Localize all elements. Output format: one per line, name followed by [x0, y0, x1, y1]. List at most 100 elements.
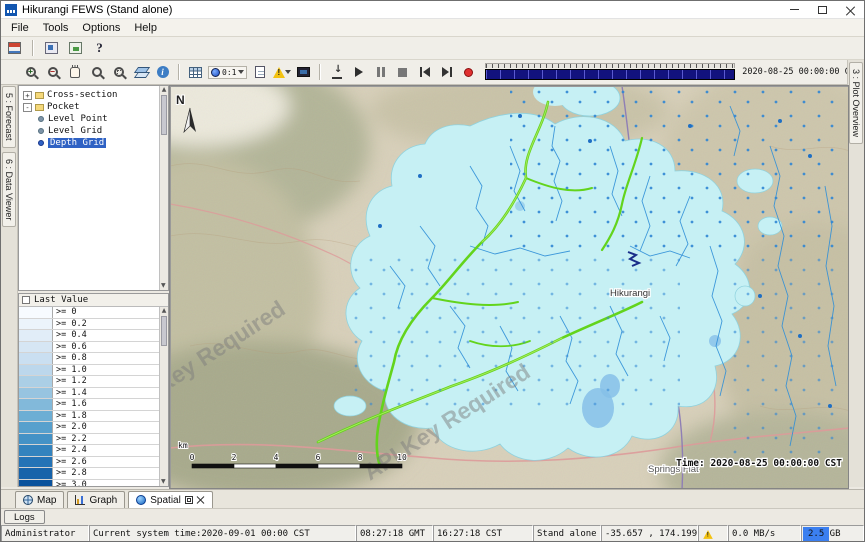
grid-icon [189, 67, 202, 78]
status-warning-cell[interactable] [698, 525, 728, 542]
warning-icon [703, 530, 713, 539]
legend-panel: Last Value >= 0 >= 0.2 >= 0.4 >= 0.6 >= … [18, 293, 169, 487]
zoom-out-button[interactable] [43, 63, 62, 82]
warnings-button[interactable] [272, 63, 291, 82]
map-time-label: Time: 2020-08-25 00:00:00 CST [676, 458, 842, 469]
time-slider-bar[interactable] [485, 69, 735, 80]
tree-item-level-point[interactable]: Level Point [19, 113, 168, 125]
menu-file[interactable]: File [4, 21, 36, 35]
zoom-previous-icon [92, 67, 102, 77]
zoom-previous-button[interactable] [87, 63, 106, 82]
status-transfer-rate: 0.0 MB/s [728, 525, 801, 542]
record-button[interactable] [459, 63, 478, 82]
panel-close-icon[interactable] [197, 496, 205, 504]
maximize-button[interactable] [808, 1, 836, 18]
tree-item-label: Cross-section [47, 90, 117, 100]
interval-selector[interactable]: 0:1 [208, 66, 247, 79]
database-button[interactable] [5, 39, 24, 58]
play-button[interactable] [349, 63, 368, 82]
tab-graph-label: Graph [89, 495, 117, 506]
export-profile-button[interactable] [327, 63, 346, 82]
status-mode: Stand alone [533, 525, 601, 542]
collapse-icon[interactable]: - [23, 103, 32, 112]
sphere-icon [136, 495, 146, 505]
legend-row-label: >= 1.8 [53, 411, 168, 422]
legend-color-swatch [19, 342, 53, 353]
legend-row-label: >= 3.0 [53, 480, 168, 488]
tree-item-level-grid[interactable]: Level Grid [19, 125, 168, 137]
map-canvas[interactable]: Hikurangi Springs Flat API Key Required … [169, 85, 849, 489]
zoom-in-button[interactable] [21, 63, 40, 82]
legend-color-swatch [19, 330, 53, 341]
step-forward-button[interactable] [437, 63, 456, 82]
layers-button[interactable] [131, 63, 150, 82]
expand-icon[interactable]: + [23, 91, 32, 100]
town-label: Hikurangi [610, 288, 650, 299]
legend-row: >= 2.8 [19, 468, 168, 480]
tab-forecast[interactable]: 5 : Forecast [2, 86, 16, 148]
tree-item-cross-section[interactable]: + Cross-section [19, 89, 168, 101]
menu-bar: File Tools Options Help [1, 19, 864, 37]
tab-map[interactable]: Map [15, 491, 64, 508]
legend-scrollbar[interactable]: ▲▼ [159, 307, 168, 486]
animation-display-button[interactable] [294, 63, 313, 82]
legend-color-swatch [19, 353, 53, 364]
minimize-button[interactable] [780, 1, 808, 18]
legend-row: >= 0.2 [19, 319, 168, 331]
tab-data-viewer[interactable]: 6 : Data Viewer [2, 152, 16, 227]
bottom-tab-bar: Map Graph Spatial [1, 489, 864, 508]
logs-button[interactable]: Logs [4, 510, 45, 524]
report-button[interactable] [250, 63, 269, 82]
legend-row-label: >= 0.4 [53, 330, 168, 341]
toolbar-separator [32, 40, 34, 56]
tree-scrollbar[interactable]: ▲▼ [159, 86, 168, 290]
help-icon: ? [96, 40, 103, 56]
tab-plot-overview[interactable]: 3 : Plot Overview [849, 62, 863, 144]
legend-color-swatch [19, 457, 53, 468]
pan-button[interactable] [65, 63, 84, 82]
legend-row: >= 1.8 [19, 411, 168, 423]
scale-unit-label: km [178, 441, 188, 450]
last-value-checkbox[interactable] [22, 296, 30, 304]
panel-maximize-icon[interactable] [185, 496, 193, 504]
legend-row-label: >= 2.6 [53, 457, 168, 468]
layout-button[interactable] [42, 39, 61, 58]
step-back-button[interactable] [415, 63, 434, 82]
legend-color-swatch [19, 434, 53, 445]
legend-row-label: >= 2.2 [53, 434, 168, 445]
info-button[interactable] [153, 63, 172, 82]
close-button[interactable] [836, 1, 864, 18]
grid-display-button[interactable] [186, 63, 205, 82]
help-button[interactable]: ? [90, 39, 109, 58]
display-icon [69, 42, 82, 54]
legend-row-label: >= 0.8 [53, 353, 168, 364]
map-svg: Hikurangi Springs Flat API Key Required … [170, 86, 849, 489]
tab-graph[interactable]: Graph [67, 491, 125, 508]
legend-row: >= 0.8 [19, 353, 168, 365]
display-button[interactable] [66, 39, 85, 58]
layers-icon [134, 67, 148, 78]
menu-help[interactable]: Help [127, 21, 164, 35]
tab-spatial[interactable]: Spatial [128, 491, 213, 508]
logs-strip: Logs [1, 508, 864, 525]
legend-row-label: >= 2.4 [53, 445, 168, 456]
minimize-icon [790, 9, 799, 10]
menu-options[interactable]: Options [75, 21, 127, 35]
interval-dot-icon [211, 68, 220, 77]
tree-item-depth-grid[interactable]: Depth Grid [19, 137, 168, 149]
time-slider[interactable] [485, 63, 735, 81]
map-toolbar: 0:1 2020-08-25 00:00:00 CST [1, 60, 864, 85]
legend-row-label: >= 1.6 [53, 399, 168, 410]
legend-row-label: >= 0.2 [53, 319, 168, 330]
stop-button[interactable] [393, 63, 412, 82]
menu-tools[interactable]: Tools [36, 21, 76, 35]
legend-row: >= 0.4 [19, 330, 168, 342]
tree-item-pocket[interactable]: - Pocket [19, 101, 168, 113]
pause-button[interactable] [371, 63, 390, 82]
legend-header-label: Last Value [34, 295, 88, 305]
legend-color-swatch [19, 468, 53, 479]
status-coordinates: -35.657 , 174.199 [601, 525, 698, 542]
legend-row: >= 2.6 [19, 457, 168, 469]
legend-color-swatch [19, 422, 53, 433]
zoom-box-button[interactable] [109, 63, 128, 82]
